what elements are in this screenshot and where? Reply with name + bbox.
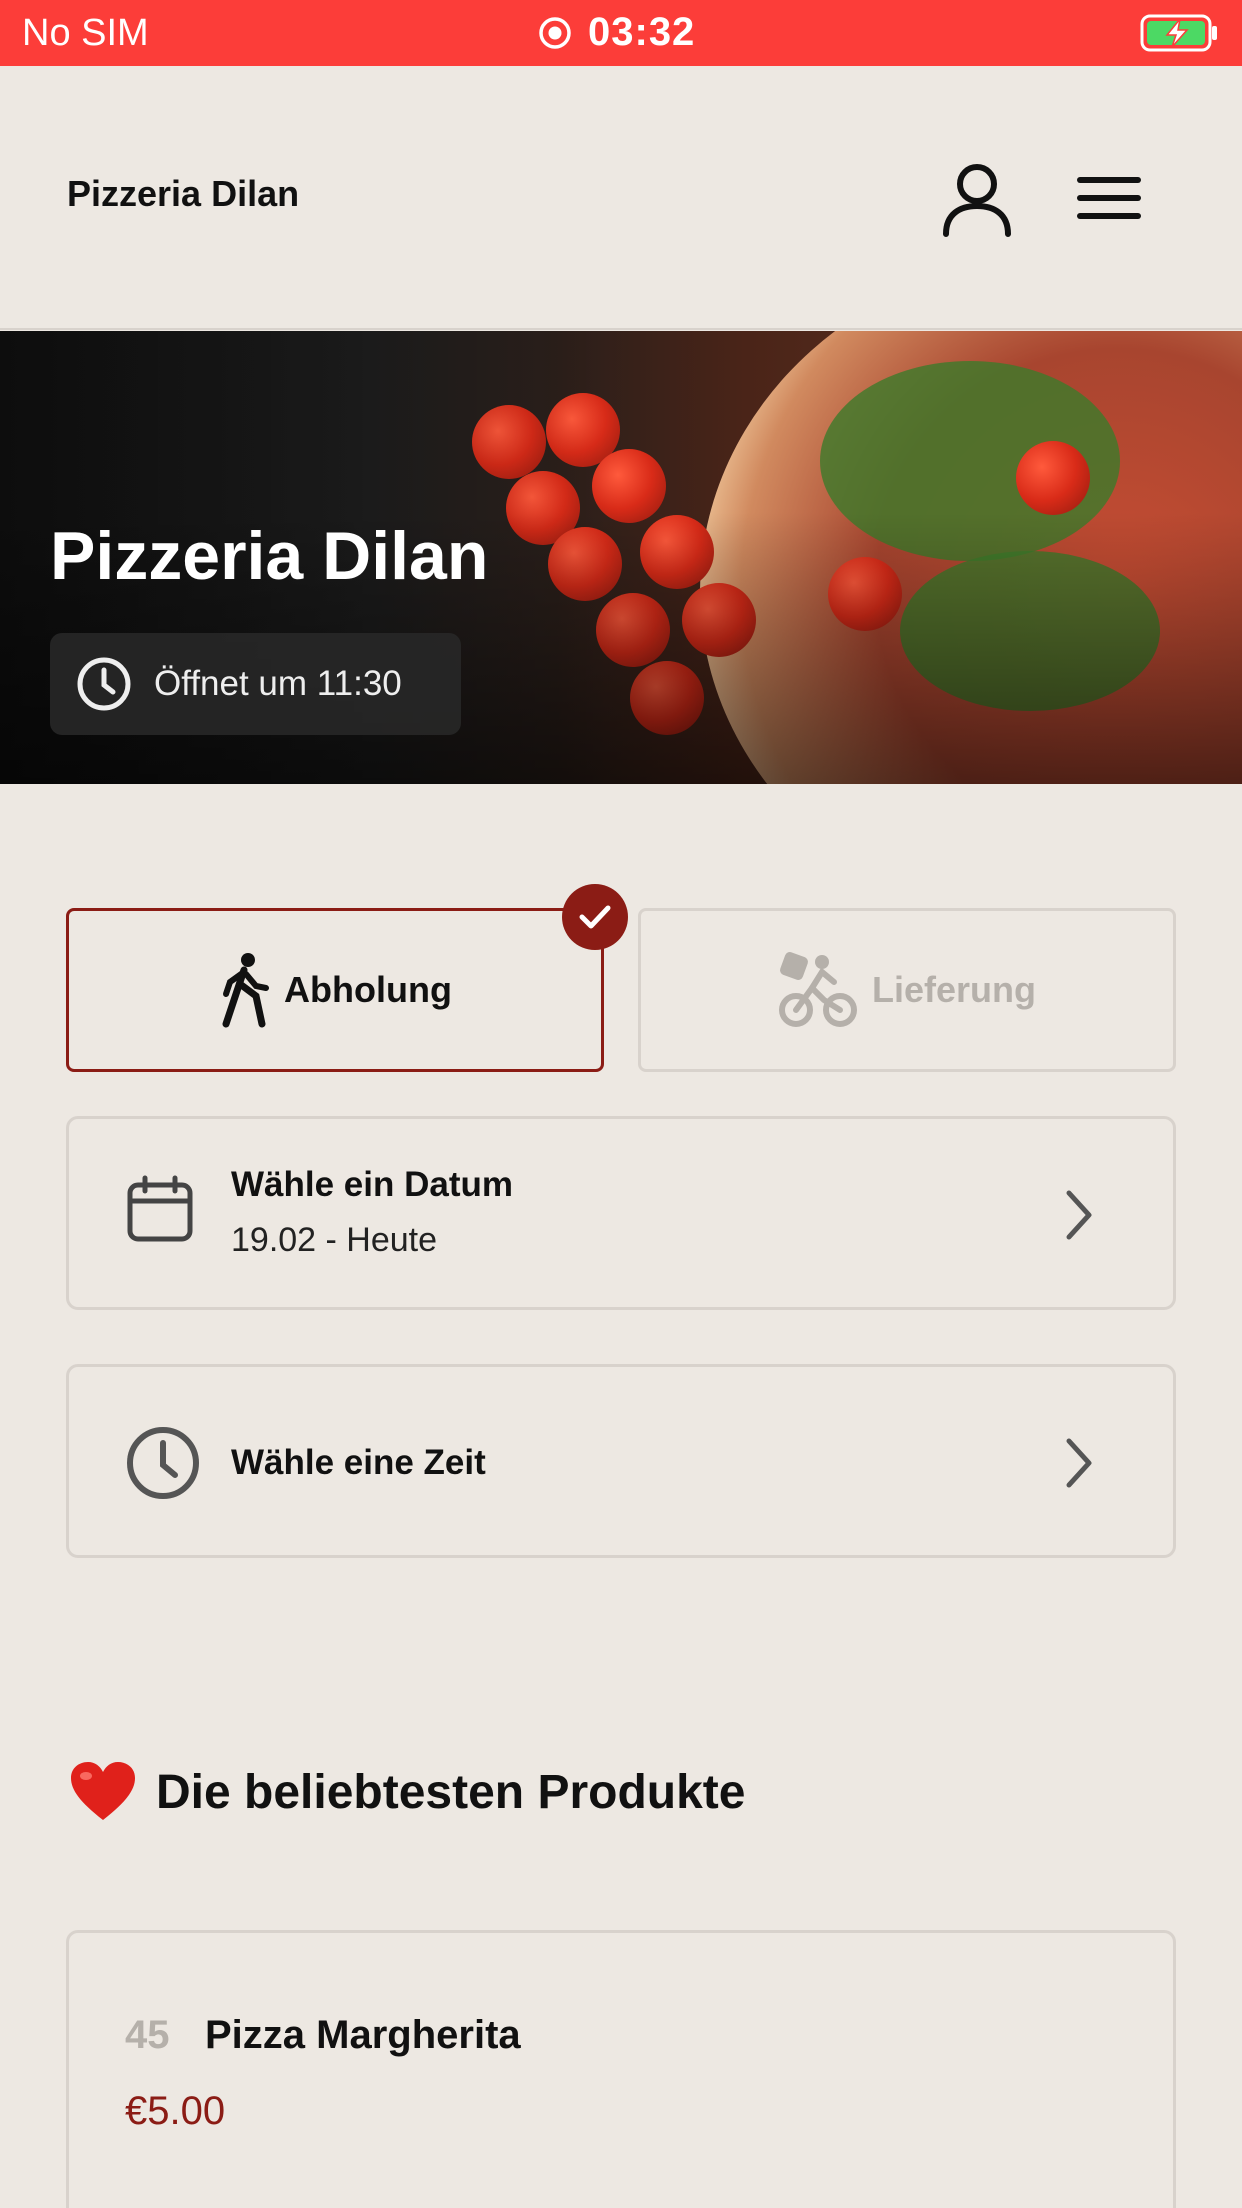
date-selector-value: 19.02 - Heute [231, 1221, 438, 1259]
record-indicator-icon [539, 16, 571, 49]
chevron-right-icon [1066, 1438, 1092, 1488]
account-button[interactable] [940, 160, 1014, 240]
top-bar: Pizzeria Dilan [0, 66, 1242, 330]
opening-hours-text: Öffnet um 11:30 [154, 664, 402, 703]
pickup-label: Abholung [284, 969, 452, 1010]
opening-hours-badge: Öffnet um 11:30 [50, 633, 461, 735]
product-card[interactable]: 45 Pizza Margherita €5.00 [66, 1930, 1176, 2208]
product-number: 45 [125, 2013, 170, 2057]
user-icon [943, 164, 1011, 237]
chevron-right-icon [1066, 1190, 1092, 1240]
product-price: €5.00 [125, 2089, 226, 2133]
delivery-label: Lieferung [871, 969, 1036, 1010]
walking-person-icon [222, 953, 270, 1028]
date-selector-label: Wähle ein Datum [231, 1165, 513, 1204]
status-time-group: 03:32 [538, 10, 695, 55]
selected-check-badge [562, 884, 628, 950]
popular-products-heading: Die beliebtesten Produkte [68, 1760, 745, 1824]
menu-button[interactable] [1074, 166, 1144, 230]
carrier-label: No SIM [22, 12, 149, 54]
product-name: Pizza Margherita [205, 2013, 521, 2057]
clock-icon [77, 657, 131, 711]
hero-banner: Pizzeria Dilan Öffnet um 11:30 [0, 331, 1242, 784]
status-time: 03:32 [588, 10, 696, 54]
popular-products-title: Die beliebtesten Produkte [156, 1765, 746, 1819]
brand-name[interactable]: Pizzeria Dilan [67, 173, 299, 215]
pickup-tab[interactable]: Abholung [66, 908, 604, 1072]
calendar-icon [127, 1175, 193, 1242]
time-selector-label: Wähle eine Zeit [231, 1443, 486, 1482]
hero-title: Pizzeria Dilan [50, 518, 489, 594]
date-selector[interactable]: Wähle ein Datum 19.02 - Heute [66, 1116, 1176, 1310]
delivery-bike-icon [778, 952, 857, 1027]
time-selector[interactable]: Wähle eine Zeit [66, 1364, 1176, 1558]
delivery-tab[interactable]: Lieferung [638, 908, 1176, 1072]
clock-icon [127, 1427, 199, 1499]
hamburger-menu-icon [1077, 177, 1141, 219]
checkmark-icon [579, 905, 611, 929]
heart-icon [71, 1762, 135, 1820]
battery-charging-icon [1140, 14, 1217, 52]
status-bar: No SIM 03:32 [0, 0, 1242, 66]
